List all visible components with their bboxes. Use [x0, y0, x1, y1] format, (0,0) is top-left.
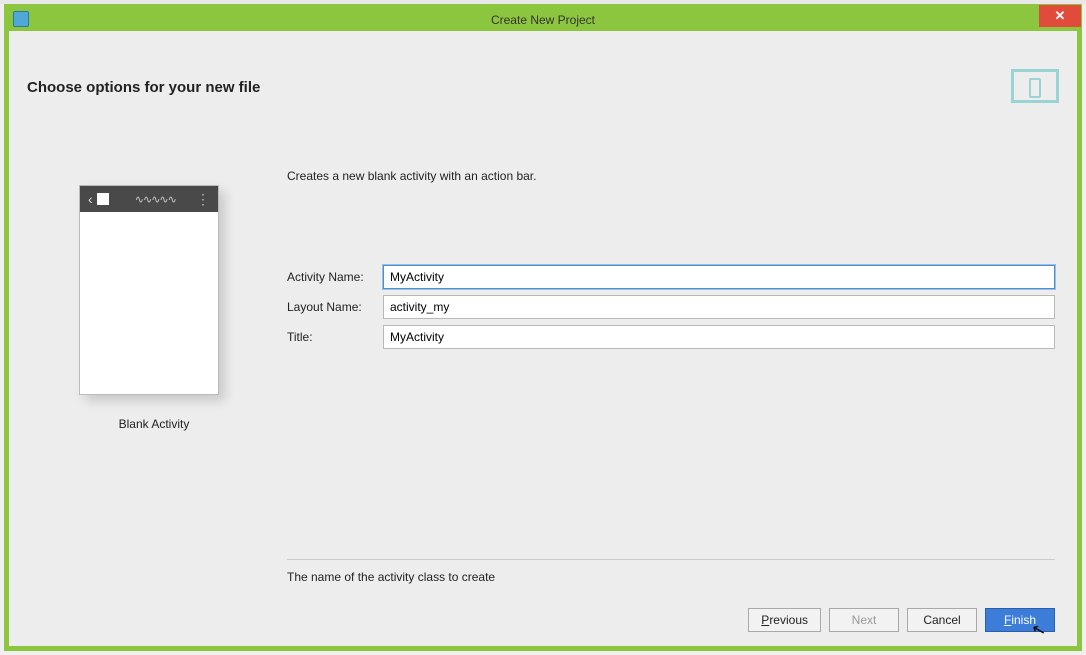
back-icon: ‹	[88, 191, 93, 207]
finish-button[interactable]: Finish	[985, 608, 1055, 632]
label-activity-name: Activity Name:	[287, 270, 383, 284]
row-activity-name: Activity Name:	[287, 265, 1055, 289]
row-layout-name: Layout Name:	[287, 295, 1055, 319]
input-title[interactable]	[383, 325, 1055, 349]
previous-button[interactable]: Previous	[748, 608, 821, 632]
overflow-menu-icon: ⋮	[196, 191, 210, 208]
activity-preview: ‹ ∿∿∿∿∿ ⋮ Blank Activity	[79, 185, 229, 431]
close-button[interactable]: ✕	[1039, 5, 1081, 27]
mockup-actionbar: ‹ ∿∿∿∿∿ ⋮	[80, 186, 218, 212]
step-description: Creates a new blank activity with an act…	[287, 169, 536, 183]
page-heading: Choose options for your new file	[27, 79, 260, 96]
dialog-window: Create New Project ✕ Choose options for …	[4, 4, 1082, 651]
phone-icon	[1029, 78, 1041, 98]
preview-label: Blank Activity	[79, 417, 229, 431]
app-icon	[13, 11, 29, 27]
row-title: Title:	[287, 325, 1055, 349]
next-button: Next	[829, 608, 899, 632]
input-layout-name[interactable]	[383, 295, 1055, 319]
title-placeholder-icon: ∿∿∿∿∿	[115, 193, 196, 206]
button-bar: Previous Next Cancel Finish	[748, 608, 1055, 632]
input-activity-name[interactable]	[383, 265, 1055, 289]
form: Activity Name: Layout Name: Title:	[287, 265, 1055, 355]
dialog-content: Choose options for your new file ‹ ∿∿∿∿∿…	[9, 31, 1077, 646]
step-icon	[1011, 69, 1059, 103]
hint-text: The name of the activity class to create	[287, 570, 495, 584]
cancel-button[interactable]: Cancel	[907, 608, 977, 632]
app-square-icon	[97, 193, 109, 205]
close-icon: ✕	[1055, 8, 1066, 24]
label-title: Title:	[287, 330, 383, 344]
separator	[287, 559, 1055, 560]
label-layout-name: Layout Name:	[287, 300, 383, 314]
titlebar-text: Create New Project	[491, 13, 595, 27]
titlebar: Create New Project ✕	[9, 9, 1077, 31]
phone-mockup: ‹ ∿∿∿∿∿ ⋮	[79, 185, 219, 395]
